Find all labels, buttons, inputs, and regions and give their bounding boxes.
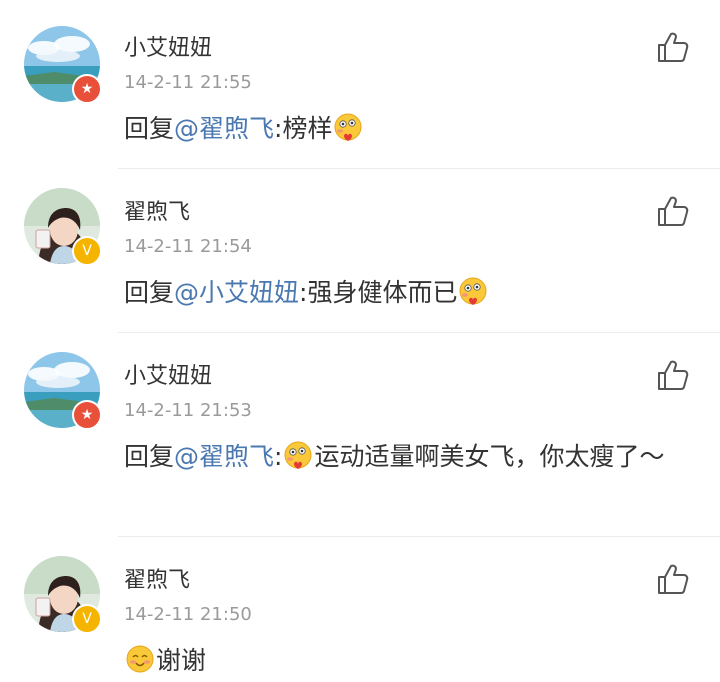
star-icon: ★	[72, 400, 102, 430]
blush-emoji-icon	[458, 276, 488, 306]
username[interactable]: 翟煦飞	[124, 562, 190, 594]
thumbs-up-icon[interactable]	[656, 30, 690, 64]
mention-link[interactable]: @翟煦飞	[174, 114, 274, 143]
v-icon: V	[72, 604, 102, 634]
timestamp: 14-2-11 21:55	[124, 72, 252, 93]
comment-text: 回复@翟煦飞:榜样	[124, 110, 680, 148]
divider	[118, 332, 720, 333]
comment-text: 谢谢	[124, 642, 680, 680]
username[interactable]: 小艾妞妞	[124, 358, 212, 390]
comment-item: ★ 小艾妞妞 14-2-11 21:55 回复@翟煦飞:榜样	[0, 0, 720, 170]
reply-prefix: 回复	[124, 442, 175, 471]
v-icon: V	[72, 236, 102, 266]
thumbs-up-icon[interactable]	[656, 562, 690, 596]
username[interactable]: 翟煦飞	[124, 194, 190, 226]
comment-item: V 翟煦飞 14-2-11 21:50 谢谢	[0, 538, 720, 682]
avatar[interactable]: ★	[24, 26, 102, 104]
avatar[interactable]: V	[24, 556, 102, 634]
blush-emoji-icon	[333, 112, 363, 142]
star-icon: ★	[72, 74, 102, 104]
avatar[interactable]: ★	[24, 352, 102, 430]
reply-prefix: 回复	[124, 114, 175, 143]
mention-link[interactable]: @翟煦飞	[174, 442, 274, 471]
divider	[118, 536, 720, 537]
mention-link[interactable]: @小艾妞妞	[174, 278, 299, 307]
blush-emoji-icon	[283, 440, 313, 470]
avatar[interactable]: V	[24, 188, 102, 266]
timestamp: 14-2-11 21:50	[124, 604, 252, 625]
colon: :	[274, 442, 283, 471]
divider	[118, 168, 720, 169]
comment-text: 回复@小艾妞妞:强身健体而已	[124, 274, 680, 312]
comment-body: 运动适量啊美女飞，你太瘦了～	[314, 442, 665, 471]
comment-item: V 翟煦飞 14-2-11 21:54 回复@小艾妞妞:强身健体而已	[0, 170, 720, 330]
reply-prefix: 回复	[124, 278, 175, 307]
comment-body: 榜样	[282, 114, 333, 143]
timestamp: 14-2-11 21:54	[124, 236, 252, 257]
comment-text: 回复@翟煦飞: 运动适量啊美女飞，你太瘦了～	[124, 438, 680, 476]
comment-item: ★ 小艾妞妞 14-2-11 21:53 回复@翟煦飞: 运动适量啊美女飞，你太瘦…	[0, 334, 720, 534]
username[interactable]: 小艾妞妞	[124, 30, 212, 62]
smile-emoji-icon	[125, 644, 155, 674]
comment-body: 强身健体而已	[307, 278, 458, 307]
timestamp: 14-2-11 21:53	[124, 400, 252, 421]
thumbs-up-icon[interactable]	[656, 358, 690, 392]
thumbs-up-icon[interactable]	[656, 194, 690, 228]
comment-body: 谢谢	[156, 646, 207, 675]
